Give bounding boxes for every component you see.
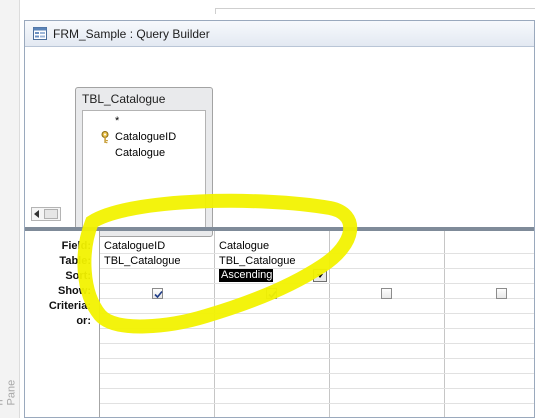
table-pane-scrollbar[interactable] [31,207,61,221]
grid-table-cell[interactable]: TBL_Catalogue [219,255,295,267]
grid-row-line [100,298,534,299]
row-label-or: or: [76,315,91,327]
query-builder-window: FRM_Sample : Query Builder TBL_Catalogue… [24,20,535,418]
show-checkbox[interactable] [496,288,507,299]
form-icon [33,27,47,40]
row-label-criteria: Criteria: [48,300,91,312]
grid-row-line [100,343,534,344]
column-divider[interactable] [444,231,445,417]
show-checkbox[interactable] [266,288,277,299]
grid-row-line [100,328,534,329]
table-name: TBL_Catalogue [82,92,166,106]
field-item-catalogue[interactable]: Catalogue [83,146,205,161]
arrow-left-icon[interactable] [34,210,39,218]
check-icon [268,290,277,299]
show-checkbox[interactable] [152,288,163,299]
row-label-table: Table: [59,255,91,267]
grid-row-line [100,403,534,404]
design-grid-row-headers: Field: Table: Sort: Show: Criteria: or: [25,231,99,417]
sort-dropdown-button[interactable] [313,269,327,282]
column-divider[interactable] [214,231,215,417]
scrollbar-thumb[interactable] [44,209,58,219]
grid-field-cell[interactable]: Catalogue [219,240,269,252]
grid-row-line [100,313,534,314]
grid-row-line [100,388,534,389]
grid-table-cell[interactable]: TBL_Catalogue [104,255,180,267]
field-item-catalogueid[interactable]: CatalogueID [83,130,205,145]
sort-select[interactable]: Ascending [219,269,273,282]
row-label-field: Field: [61,240,91,252]
show-checkbox[interactable] [381,288,392,299]
window-title: FRM_Sample : Query Builder [53,27,210,41]
window-titlebar[interactable]: FRM_Sample : Query Builder [25,21,534,47]
table-pane: TBL_Catalogue * CatalogueID Catalogue [25,47,534,237]
column-divider[interactable] [329,231,330,417]
row-label-show: Show: [58,285,91,297]
field-list: * CatalogueID Catalogue [82,110,206,230]
navigation-pane-label: n Pane [0,379,18,406]
grid-row-line [100,358,534,359]
navigation-pane-strip[interactable]: n Pane [0,0,20,418]
grid-row-line [100,283,534,284]
field-item-all[interactable]: * [83,114,205,129]
primary-key-icon [101,131,109,144]
chevron-down-icon [317,274,323,278]
grid-row-line [100,373,534,374]
row-label-sort: Sort: [65,270,91,282]
grid-row-line [100,253,534,254]
design-grid: CatalogueID TBL_Catalogue Catalogue TBL_… [99,231,534,417]
background-window-edge [215,8,535,14]
grid-field-cell[interactable]: CatalogueID [104,240,165,252]
check-icon [154,290,163,299]
table-field-list[interactable]: TBL_Catalogue * CatalogueID Catalogue [75,87,213,237]
